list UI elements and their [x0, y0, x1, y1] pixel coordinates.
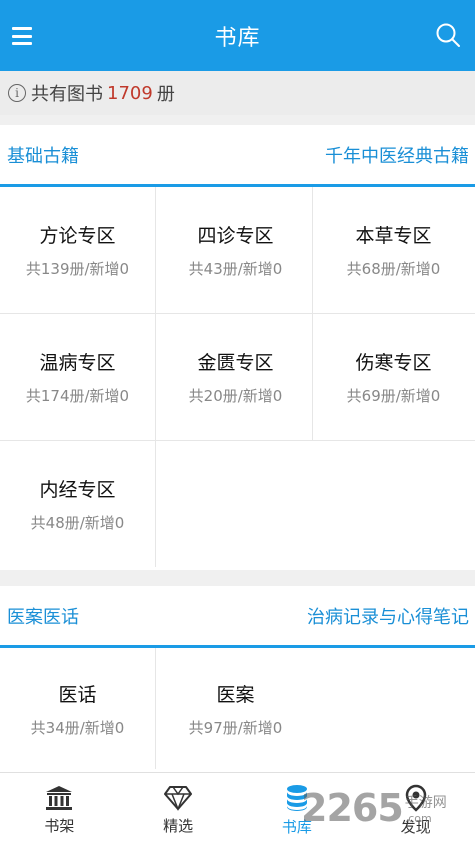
category-name: 医案: [216, 683, 255, 706]
category-grid: 医话 共34册/新增0 医案 共97册/新增0: [0, 648, 475, 769]
tab-featured[interactable]: 精选: [119, 773, 238, 848]
page-title: 书库: [214, 25, 261, 51]
category-tile[interactable]: 四诊专区 共43册/新增0: [158, 187, 313, 312]
search-icon[interactable]: [435, 22, 461, 48]
category-name: 伤寒专区: [355, 351, 432, 374]
category-stats: 共139册/新增0: [25, 259, 130, 278]
section-header: 医案医话 治病记录与心得笔记: [0, 586, 475, 648]
category-tile[interactable]: 温病专区 共174册/新增0: [0, 314, 155, 439]
category-stats: 共20册/新增0: [188, 386, 283, 405]
grid-divider: [155, 187, 156, 567]
category-stats: 共34册/新增0: [30, 718, 125, 737]
grid-divider: [155, 648, 156, 769]
category-stats: 共174册/新增0: [25, 386, 130, 405]
category-tile[interactable]: 伤寒专区 共69册/新增0: [316, 314, 471, 439]
category-tile[interactable]: 医案 共97册/新增0: [158, 648, 313, 769]
divider: [0, 115, 475, 125]
tab-label: 发现: [400, 818, 431, 836]
diamond-icon: [164, 786, 193, 811]
category-tile[interactable]: 内经专区 共48册/新增0: [0, 441, 155, 566]
section-basic-classics: 基础古籍 千年中医经典古籍 方论专区 共139册/新增0 四诊专区 共43册/新…: [0, 125, 475, 570]
tab-label: 书库: [281, 818, 312, 836]
category-stats: 共97册/新增0: [188, 718, 283, 737]
section-subtitle: 千年中医经典古籍: [325, 145, 469, 167]
category-name: 方论专区: [39, 224, 116, 247]
section-header: 基础古籍 千年中医经典古籍: [0, 125, 475, 187]
section-title[interactable]: 医案医话: [7, 603, 79, 629]
book-count: 1709: [107, 82, 153, 104]
book-count-bar: i 共有图书 1709 册: [0, 71, 475, 115]
category-tile[interactable]: 医话 共34册/新增0: [0, 648, 155, 769]
category-grid: 方论专区 共139册/新增0 四诊专区 共43册/新增0 本草专区 共68册/新…: [0, 187, 475, 567]
section-subtitle: 治病记录与心得笔记: [307, 606, 469, 628]
tab-bookshelf[interactable]: 书架: [0, 773, 119, 848]
location-icon: [405, 784, 426, 812]
category-stats: 共48册/新增0: [30, 513, 125, 532]
category-name: 四诊专区: [197, 224, 274, 247]
database-icon: [286, 785, 307, 811]
bottom-tab-bar: 书架 精选 书库 发现: [0, 772, 475, 848]
section-title[interactable]: 基础古籍: [7, 142, 79, 168]
category-tile[interactable]: 本草专区 共68册/新增0: [316, 187, 471, 312]
category-name: 内经专区: [39, 478, 116, 501]
category-tile[interactable]: 方论专区 共139册/新增0: [0, 187, 155, 312]
category-name: 本草专区: [355, 224, 432, 247]
category-name: 金匮专区: [197, 351, 274, 374]
app-bar: 书库: [0, 0, 475, 71]
tab-label: 书架: [44, 817, 75, 835]
count-suffix: 册: [156, 84, 175, 105]
category-stats: 共69册/新增0: [346, 386, 441, 405]
category-name: 医话: [58, 683, 97, 706]
count-prefix: 共有图书: [31, 84, 103, 105]
bank-icon: [46, 786, 73, 810]
info-icon: i: [8, 84, 26, 102]
menu-icon[interactable]: [12, 27, 32, 45]
tab-discover[interactable]: 发现: [356, 773, 475, 848]
tab-library[interactable]: 书库: [238, 773, 357, 848]
tab-label: 精选: [163, 817, 194, 835]
category-stats: 共43册/新增0: [188, 259, 283, 278]
section-cases-notes: 医案医话 治病记录与心得笔记 医话 共34册/新增0 医案 共97册/新增0: [0, 586, 475, 772]
divider: [0, 570, 475, 586]
category-name: 温病专区: [39, 351, 116, 374]
category-stats: 共68册/新增0: [346, 259, 441, 278]
category-tile[interactable]: 金匮专区 共20册/新增0: [158, 314, 313, 439]
